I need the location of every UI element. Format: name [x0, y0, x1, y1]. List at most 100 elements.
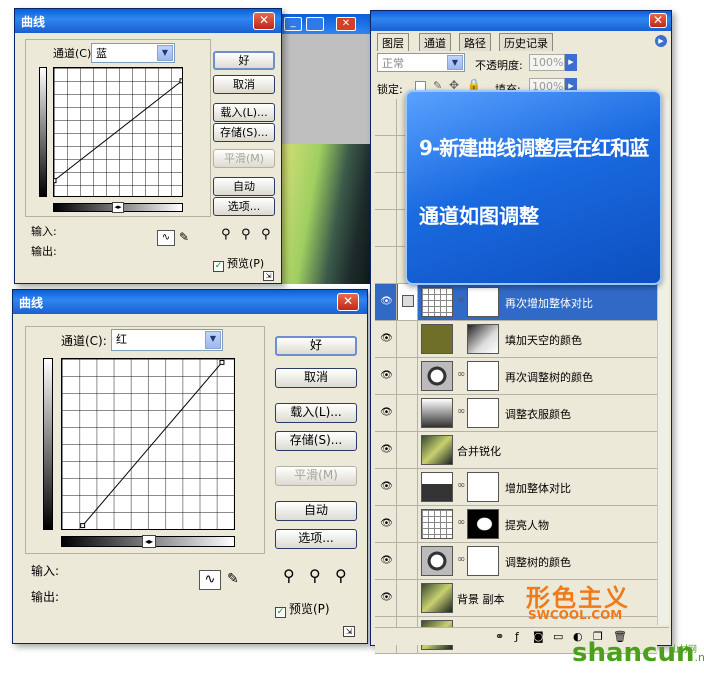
visibility-eye-icon[interactable]: 👁 [377, 358, 397, 394]
layer-link-slot[interactable] [398, 358, 418, 394]
curves-bottom-auto-button[interactable]: 自动 [275, 501, 357, 521]
curves-bottom-preview-checkbox[interactable]: ✓ 预览(P) [275, 600, 330, 618]
curves-top-close-button[interactable]: ✕ [253, 12, 275, 30]
gray-eyedropper-icon[interactable]: ⚲ [309, 566, 321, 585]
layer-link-slot[interactable] [398, 469, 418, 505]
curves-top-smooth-button[interactable]: 平滑(M) [213, 149, 275, 168]
visibility-eye-icon[interactable]: 👁 [377, 432, 397, 468]
curves-bottom-curve-line[interactable] [82, 362, 223, 526]
white-eyedropper-icon[interactable]: ⚲ [261, 227, 271, 242]
mask-link-icon[interactable]: ∞ [457, 295, 465, 306]
curves-top-save-button[interactable]: 存储(S)... [213, 123, 275, 142]
layer-mask-thumbnail[interactable] [467, 324, 499, 354]
curves-bottom-cancel-button[interactable]: 取消 [275, 368, 357, 388]
expand-view-icon[interactable]: ⇲ [343, 626, 355, 637]
tab-channels[interactable]: 通道 [419, 33, 451, 51]
visibility-eye-icon[interactable]: 👁 [377, 321, 397, 357]
curves-bottom-channel-select[interactable]: 红 ▼ [111, 329, 223, 351]
gray-eyedropper-icon[interactable]: ⚲ [241, 227, 251, 242]
layer-link-slot[interactable] [398, 395, 418, 431]
pencil-icon[interactable]: ✎ [179, 230, 189, 244]
new-group-icon[interactable]: ▭ [553, 630, 563, 643]
curve-control-point[interactable] [54, 178, 57, 184]
curves-bottom-options-button[interactable]: 选项... [275, 529, 357, 549]
layer-row[interactable]: 👁 ∞ 提亮人物 [375, 506, 657, 543]
mask-link-icon[interactable]: ∞ [457, 517, 465, 528]
layer-link-slot[interactable] [398, 580, 418, 616]
layer-mask-thumbnail[interactable] [467, 361, 499, 391]
curves-bottom-titlebar[interactable]: 曲线 [13, 290, 367, 314]
curves-top-channel-select[interactable]: 蓝 ▼ [91, 43, 175, 63]
visibility-eye-icon[interactable]: 👁 [377, 284, 397, 320]
close-doc-button[interactable]: ✕ [336, 17, 356, 31]
curves-bottom-load-button[interactable]: 载入(L)... [275, 403, 357, 423]
curves-top-curve-line[interactable] [54, 80, 182, 182]
layers-close-button[interactable]: ✕ [649, 13, 667, 28]
layer-link-slot[interactable] [398, 543, 418, 579]
curves-bottom-close-button[interactable]: ✕ [337, 293, 359, 311]
tab-paths[interactable]: 路径 [459, 33, 491, 51]
swap-gradient-icon[interactable]: ◂▸ [112, 202, 124, 213]
layer-mask-thumbnail[interactable] [467, 509, 499, 539]
visibility-eye-icon[interactable]: 👁 [377, 543, 397, 579]
layer-row[interactable]: 👁 填加天空的颜色 [375, 321, 657, 358]
swap-gradient-icon[interactable]: ◂▸ [142, 535, 156, 548]
layer-link-slot[interactable] [398, 506, 418, 542]
opacity-input[interactable]: 100% [529, 54, 565, 71]
blend-mode-select[interactable]: 正常 ▼ [377, 53, 465, 72]
mask-link-icon[interactable]: ∞ [457, 406, 465, 417]
curve-control-point[interactable] [219, 359, 225, 365]
layer-mask-thumbnail[interactable] [467, 287, 499, 317]
curves-bottom-graph[interactable] [61, 358, 235, 530]
curves-top-auto-button[interactable]: 自动 [213, 177, 275, 196]
visibility-eye-icon[interactable]: 👁 [377, 395, 397, 431]
maximize-button[interactable] [306, 17, 324, 31]
layer-link-slot[interactable] [398, 321, 418, 357]
layer-row[interactable]: 👁 ∞ 再次调整树的颜色 [375, 358, 657, 395]
visibility-eye-icon[interactable]: 👁 [377, 580, 397, 616]
pencil-icon[interactable]: ✎ [227, 571, 239, 587]
curves-top-preview-checkbox[interactable]: ✓ 预览(P) [213, 255, 264, 272]
black-eyedropper-icon[interactable]: ⚲ [221, 227, 231, 242]
curve-tool-icon[interactable]: ∿ [199, 570, 221, 590]
mask-link-icon[interactable]: ∞ [457, 480, 465, 491]
tab-layers[interactable]: 图层 [377, 33, 409, 51]
layer-link-slot[interactable] [398, 284, 418, 320]
curves-top-load-button[interactable]: 载入(L)... [213, 103, 275, 122]
curves-top-titlebar[interactable]: 曲线 [15, 9, 281, 33]
black-eyedropper-icon[interactable]: ⚲ [283, 566, 295, 585]
layer-mask-thumbnail[interactable] [467, 472, 499, 502]
tab-history[interactable]: 历史记录 [499, 33, 553, 51]
curves-top-options-button[interactable]: 选项... [213, 197, 275, 216]
layer-link-slot[interactable] [398, 432, 418, 468]
curve-tool-icon[interactable]: ∿ [157, 230, 175, 246]
layer-mask-thumbnail[interactable] [467, 398, 499, 428]
add-mask-icon[interactable]: ◙ [533, 630, 544, 643]
opacity-slider-button[interactable]: ▶ [565, 54, 577, 71]
layer-row[interactable]: 👁 合并锐化 [375, 432, 657, 469]
white-eyedropper-icon[interactable]: ⚲ [335, 566, 347, 585]
layer-style-icon[interactable]: ƒ [515, 630, 519, 643]
curves-top-ok-button[interactable]: 好 [213, 51, 275, 70]
layers-titlebar[interactable] [371, 11, 671, 31]
panel-menu-icon[interactable]: ▶ [655, 35, 667, 47]
curves-bottom-save-button[interactable]: 存储(S)... [275, 431, 357, 451]
curve-control-point[interactable] [179, 78, 182, 84]
mask-link-icon[interactable]: ∞ [457, 554, 465, 565]
mask-link-icon[interactable]: ∞ [457, 369, 465, 380]
minimize-button[interactable]: _ [284, 17, 302, 31]
visibility-eye-icon[interactable]: 👁 [377, 506, 397, 542]
layer-row[interactable]: 👁 ∞ 再次增加整体对比 [375, 284, 657, 321]
curves-bottom-ok-button[interactable]: 好 [275, 336, 357, 356]
link-layers-icon[interactable]: ⚭ [495, 630, 504, 643]
curves-top-graph[interactable] [53, 67, 183, 197]
curves-top-cancel-button[interactable]: 取消 [213, 75, 275, 94]
curve-control-point[interactable] [80, 523, 86, 529]
layer-row[interactable]: 👁 ∞ 调整树的颜色 [375, 543, 657, 580]
layer-mask-thumbnail[interactable] [467, 546, 499, 576]
expand-view-icon[interactable]: ⇲ [263, 271, 274, 281]
visibility-eye-icon[interactable]: 👁 [377, 469, 397, 505]
layer-row[interactable]: 👁 ∞ 增加整体对比 [375, 469, 657, 506]
curves-bottom-smooth-button[interactable]: 平滑(M) [275, 466, 357, 486]
layer-row[interactable]: 👁 ∞ 调整衣服颜色 [375, 395, 657, 432]
